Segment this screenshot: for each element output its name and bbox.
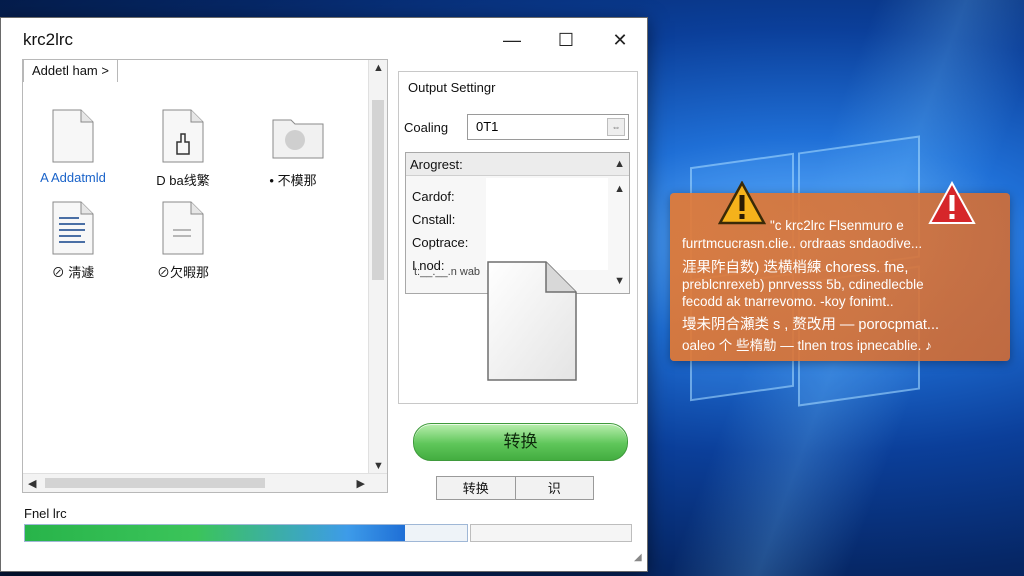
minimize-button[interactable]: —	[485, 18, 539, 62]
scrollbar-thumb[interactable]	[45, 478, 265, 488]
dragged-document-icon[interactable]	[484, 258, 580, 384]
notification-line: "c krc2lrc Flsenmuro e	[770, 218, 904, 233]
horizontal-scrollbar[interactable]: ◀ ▶	[23, 473, 387, 492]
title-bar[interactable]: krc2lrc — ☐ ✕	[1, 18, 647, 62]
scroll-down-arrow-icon[interactable]: ▼	[614, 275, 625, 287]
secondary-progress-bar	[470, 524, 632, 542]
progress-line: Coptrace:	[412, 235, 469, 250]
scroll-down-arrow-icon[interactable]: ▼	[373, 460, 384, 472]
recognize-button[interactable]: 识	[515, 476, 594, 500]
tab-added-files[interactable]: Addetl ham >	[23, 59, 118, 82]
scrollbar-thumb[interactable]	[372, 100, 384, 280]
progress-header: Arogrest:	[410, 157, 463, 172]
progress-extra-text: t:__.__.n wab	[414, 266, 481, 278]
notification-line: fecodd ak tnarrevomo. -koy fonimt..	[682, 294, 894, 309]
encoding-label: Coaling	[404, 120, 449, 135]
folder-icon	[271, 108, 324, 164]
notification-line: preblcnrexeb) pnrvesss 5b, cdinedlecble	[682, 277, 924, 292]
file-label: D ba线繁	[156, 173, 210, 188]
progress-line: Cardof:	[412, 189, 455, 204]
progress-fill	[25, 525, 406, 541]
status-label: Fnel lrc	[24, 506, 67, 521]
scroll-left-arrow-icon[interactable]: ◀	[28, 477, 36, 490]
text-document-icon	[51, 200, 95, 256]
encoding-select[interactable]: 0T1 ⇔	[467, 114, 629, 140]
notification-toast[interactable]: "c krc2lrc Flsenmuro e furrtmcucrasn.cli…	[670, 180, 1010, 361]
resize-grip-icon[interactable]: ◢	[634, 552, 1022, 574]
maximize-button[interactable]: ☐	[539, 18, 593, 62]
preview-area	[486, 178, 608, 270]
document-icon	[161, 200, 205, 256]
notification-line: furrtmcucrasn.clie.. ordraas sndaodive..…	[682, 236, 923, 251]
file-label: ⊘欠暇那	[156, 265, 209, 280]
file-item[interactable]: ⊘欠暇那	[133, 200, 233, 281]
output-settings-title: Output Settingr	[406, 80, 498, 95]
window-title: krc2lrc	[23, 30, 74, 49]
file-label: A Addatmld	[40, 170, 106, 185]
notification-line: 墁未阴合瀬类 s , 赘改用 — porocpmat...	[682, 317, 940, 333]
scroll-right-arrow-icon[interactable]: ▶	[357, 477, 365, 490]
file-item[interactable]: A Addatmld	[23, 108, 123, 185]
file-label: • 不模那	[269, 173, 317, 188]
file-item[interactable]: • 不模那	[243, 108, 343, 189]
file-item[interactable]: D ba线繁	[133, 108, 233, 189]
notification-line: oaleo 个 些楕觔 — tlnen tros ipnecablie. ♪	[682, 338, 932, 353]
warning-triangle-icon	[717, 180, 767, 225]
progress-line: Cnstall:	[412, 212, 456, 227]
convert-button[interactable]: 转换	[413, 423, 628, 461]
encoding-value: 0T1	[476, 119, 499, 134]
scroll-up-arrow-icon[interactable]: ▲	[614, 183, 625, 195]
file-label: ⊘ 淸遽	[51, 265, 95, 280]
progress-bar	[24, 524, 468, 542]
file-list-panel: Addetl ham > A Addatmld D ba线繁 • 不模那 ⊘ 淸…	[22, 59, 388, 493]
vertical-scrollbar[interactable]: ▲ ▼	[368, 60, 387, 474]
close-button[interactable]: ✕	[593, 18, 647, 62]
scroll-up-arrow-icon[interactable]: ▲	[373, 62, 384, 74]
notification-line: 涯果阼自数) 迭横梢練 choress. fne,	[682, 260, 909, 276]
dropdown-arrow-icon[interactable]: ⇔	[607, 118, 625, 136]
collapse-arrow-icon[interactable]: ▲	[614, 158, 625, 170]
action-segmented-control: 转换 识	[436, 476, 594, 500]
convert-small-button[interactable]: 转换	[436, 476, 516, 500]
document-edit-icon	[161, 108, 205, 164]
document-icon	[51, 108, 95, 164]
file-item[interactable]: ⊘ 淸遽	[23, 200, 123, 281]
